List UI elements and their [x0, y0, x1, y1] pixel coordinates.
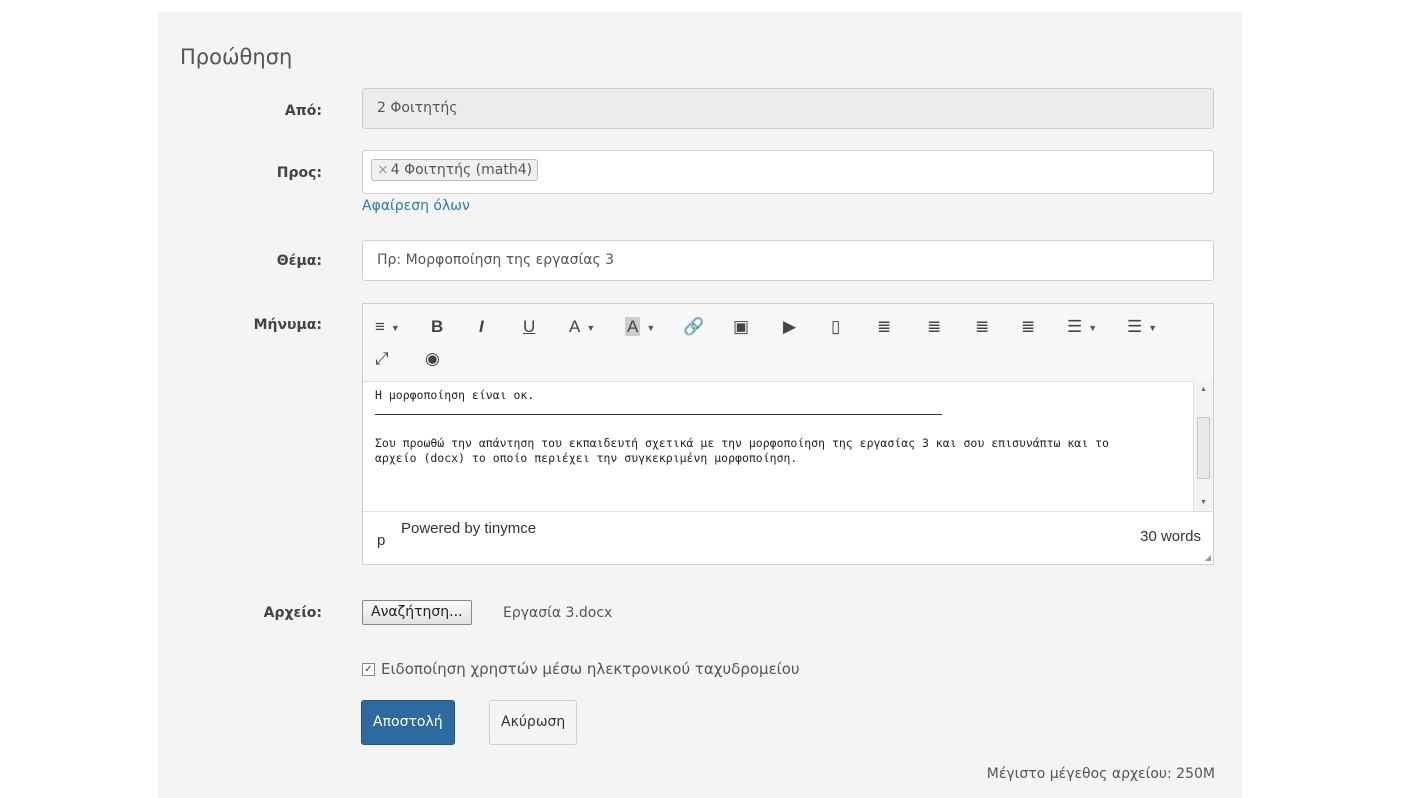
recipient-chip[interactable]: × 4 Φοιτητής (math4) [371, 159, 539, 181]
fullscreen-icon: ⤢ [375, 349, 389, 368]
fullscreen-button[interactable]: ⤢ [375, 347, 389, 371]
powered-by-link[interactable]: Powered by tinymce [401, 520, 536, 537]
scroll-down-icon[interactable]: ▼ [1194, 499, 1213, 506]
forward-message-panel: Προώθηση Από: 2 Φοιτητής Προς: × 4 Φοιτητ… [158, 12, 1242, 798]
numbered-list-icon: ☰ [1127, 317, 1143, 336]
from-field: 2 Φοιτητής [362, 88, 1214, 129]
media-button[interactable]: ▶ [783, 315, 796, 339]
align-justify-icon: ≣ [1021, 317, 1036, 336]
background-color-icon: A [625, 317, 641, 336]
image-button[interactable]: ▣ [733, 315, 749, 339]
element-path[interactable]: p [377, 532, 385, 549]
italic-icon: I [479, 317, 484, 336]
dropdown-caret-icon: ▼ [1148, 322, 1158, 333]
paragraph-format-icon: ≡ [375, 317, 385, 336]
subject-value: Πρ: Μορφοποίηση της εργασίας 3 [377, 252, 615, 268]
align-left-button[interactable]: ≣ [877, 315, 891, 339]
scroll-thumb[interactable] [1197, 417, 1210, 479]
preview-icon: ◉ [425, 349, 440, 368]
scroll-up-icon[interactable]: ▲ [1194, 386, 1213, 393]
subject-label: Θέμα: [276, 253, 322, 269]
bullet-list-icon: ☰ [1067, 317, 1083, 336]
rich-text-editor[interactable]: ≡ ▼ B I U A ▼ A ▼ 🔗 ▣ ▶ ▯ ≣ ≣ ≣ ≣ ☰ ▼ ☰ ▼ ⤢ ◉ Η μορφοποίηση εί… [362, 303, 1214, 565]
notify-label[interactable]: Ειδοποίηση χρηστών μέσω ηλεκτρονικού ταχ… [381, 660, 800, 678]
link-button[interactable]: 🔗 [683, 315, 704, 339]
notify-row: ✓ Ειδοποίηση χρηστών μέσω ηλεκτρονικού τα… [362, 660, 800, 678]
cancel-button[interactable]: Ακύρωση [489, 700, 578, 745]
dropdown-caret-icon: ▼ [646, 322, 656, 333]
preview-button[interactable]: ◉ [425, 347, 440, 371]
editor-scrollbar[interactable]: ▲ ▼ [1193, 381, 1213, 511]
selected-filename: Εργασία 3.docx [503, 605, 613, 621]
underline-button[interactable]: U [523, 315, 535, 339]
align-right-button[interactable]: ≣ [975, 315, 989, 339]
bullet-list-button[interactable]: ☰ ▼ [1067, 315, 1097, 339]
dropdown-caret-icon: ▼ [1088, 322, 1098, 333]
paragraph-format-button[interactable]: ≡ ▼ [375, 315, 400, 339]
message-label: Μήνυμα: [253, 317, 322, 333]
remove-recipient-icon[interactable]: × [377, 162, 389, 178]
align-left-icon: ≣ [877, 317, 892, 336]
italic-button[interactable]: I [479, 315, 484, 339]
page-title: Προώθηση [180, 45, 293, 69]
max-file-size-note: Μέγιστο μέγεθος αρχείου: 250M [986, 766, 1215, 782]
from-value: 2 Φοιτητής [377, 100, 458, 116]
bookmark-icon: ▯ [831, 317, 841, 336]
align-center-button[interactable]: ≣ [927, 315, 941, 339]
background-color-button[interactable]: A ▼ [625, 315, 655, 339]
from-label: Από: [284, 103, 322, 119]
notify-checkbox[interactable]: ✓ [362, 663, 375, 676]
dropdown-caret-icon: ▼ [390, 322, 400, 333]
horizontal-rule [375, 414, 942, 415]
numbered-list-button[interactable]: ☰ ▼ [1127, 315, 1157, 339]
send-button[interactable]: Αποστολή [361, 700, 455, 745]
font-color-icon: A [569, 317, 581, 336]
bold-button[interactable]: B [431, 315, 443, 339]
remove-all-link[interactable]: Αφαίρεση όλων [362, 198, 470, 214]
resize-handle-icon[interactable]: ◢ [1205, 553, 1211, 562]
file-label: Αρχείο: [263, 605, 322, 621]
recipients-field[interactable]: × 4 Φοιτητής (math4) [362, 150, 1214, 194]
bookmark-button[interactable]: ▯ [831, 315, 840, 339]
to-label: Προς: [276, 165, 322, 181]
media-icon: ▶ [783, 317, 797, 336]
align-center-icon: ≣ [927, 317, 942, 336]
editor-statusbar: p Powered by tinymce 30 words ◢ [363, 511, 1213, 564]
word-count: 30 words [1140, 528, 1201, 545]
browse-file-button[interactable]: Αναζήτηση... [362, 600, 472, 625]
message-paragraph: Σου προωθώ την απάντηση του εκπαιδευτή σ… [375, 436, 1109, 465]
subject-input[interactable]: Πρ: Μορφοποίηση της εργασίας 3 [362, 240, 1214, 281]
editor-toolbar: ≡ ▼ B I U A ▼ A ▼ 🔗 ▣ ▶ ▯ ≣ ≣ ≣ ≣ ☰ ▼ ☰ ▼ ⤢ ◉ [363, 304, 1213, 382]
image-icon: ▣ [733, 317, 750, 336]
recipient-chip-label: 4 Φοιτητής (math4) [390, 162, 533, 178]
message-line-1: Η μορφοποίηση είναι οκ. [375, 388, 535, 402]
align-justify-button[interactable]: ≣ [1021, 315, 1035, 339]
link-icon: 🔗 [683, 317, 705, 336]
dropdown-caret-icon: ▼ [586, 322, 596, 333]
underline-icon: U [523, 317, 536, 336]
editor-content[interactable]: Η μορφοποίηση είναι οκ. Σου προωθώ την α… [363, 381, 1193, 511]
align-right-icon: ≣ [975, 317, 990, 336]
font-color-button[interactable]: A ▼ [569, 315, 595, 339]
bold-icon: B [431, 317, 444, 336]
